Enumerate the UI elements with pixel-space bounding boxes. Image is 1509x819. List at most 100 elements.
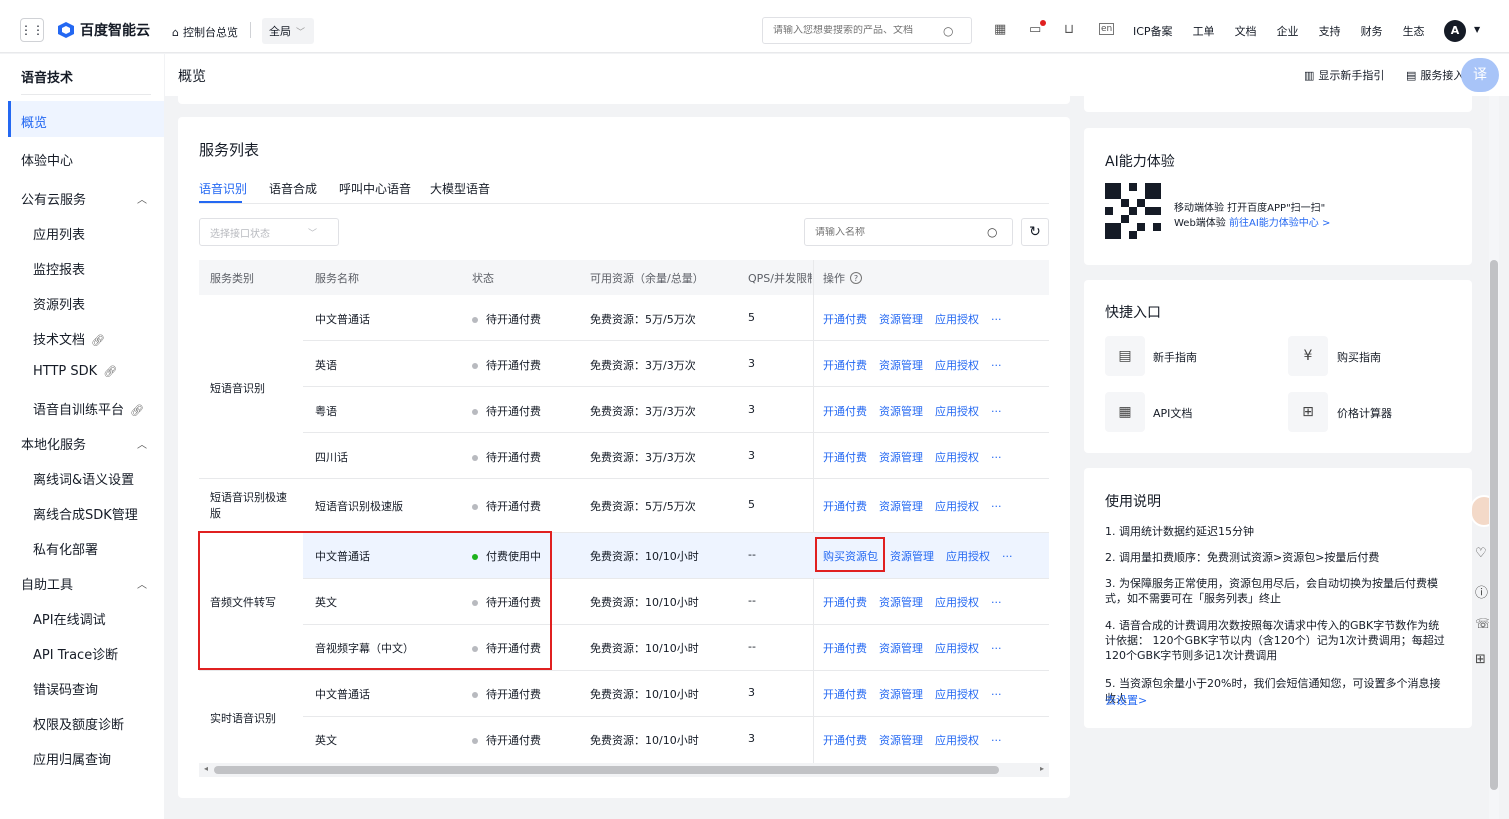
region-select[interactable]: 全局 ﹀: [262, 18, 314, 44]
status-filter-select[interactable]: 选择接口状态 ﹀: [199, 218, 339, 246]
access-guide-button[interactable]: ▤服务接入指引: [1406, 67, 1466, 83]
quick-item-api-doc[interactable]: API文档: [1153, 405, 1192, 421]
nav-icp[interactable]: ICP备案: [1133, 23, 1173, 39]
open-pay-link[interactable]: 开通付费: [823, 642, 867, 655]
nav-docs[interactable]: 文档: [1235, 23, 1257, 39]
sidebar-group-self-tools[interactable]: 自助工具: [21, 574, 73, 593]
app-auth-link[interactable]: 应用授权: [935, 313, 979, 326]
chevron-up-icon[interactable]: ︿: [137, 436, 147, 451]
scroll-right-icon[interactable]: ▸: [1040, 764, 1044, 773]
sidebar-item-monitor[interactable]: 监控报表: [33, 259, 85, 278]
more-icon[interactable]: ···: [991, 313, 1002, 326]
nav-enterprise[interactable]: 企业: [1277, 23, 1299, 39]
sidebar-item-offline-sdk[interactable]: 离线合成SDK管理: [33, 504, 138, 523]
app-auth-link[interactable]: 应用授权: [935, 451, 979, 464]
translate-icon[interactable]: 译: [1461, 58, 1499, 92]
resource-manage-link[interactable]: 资源管理: [890, 550, 934, 563]
nav-finance[interactable]: 财务: [1361, 23, 1383, 39]
scrollbar-thumb[interactable]: [1490, 260, 1498, 790]
open-pay-link[interactable]: 开通付费: [823, 359, 867, 372]
more-icon[interactable]: ···: [991, 405, 1002, 418]
avatar[interactable]: A: [1444, 20, 1466, 42]
more-icon[interactable]: ···: [991, 734, 1002, 747]
open-pay-link[interactable]: 开通付费: [823, 734, 867, 747]
resource-manage-link[interactable]: 资源管理: [879, 688, 923, 701]
scroll-left-icon[interactable]: ◂: [204, 764, 208, 773]
nav-support[interactable]: 支持: [1319, 23, 1341, 39]
sidebar-item-experience[interactable]: 体验中心: [21, 150, 73, 169]
sidebar-group-public-cloud[interactable]: 公有云服务: [21, 189, 86, 208]
sidebar-item-api-trace[interactable]: API Trace诊断: [33, 644, 118, 663]
message-icon[interactable]: ▭: [1029, 20, 1046, 37]
app-auth-link[interactable]: 应用授权: [935, 734, 979, 747]
refresh-button[interactable]: ↻: [1021, 218, 1049, 246]
apps-menu-icon[interactable]: ⋮⋮: [20, 18, 44, 42]
sidebar-item-app-owner[interactable]: 应用归属查询: [33, 749, 111, 768]
open-pay-link[interactable]: 开通付费: [823, 500, 867, 513]
app-auth-link[interactable]: 应用授权: [935, 500, 979, 513]
sidebar-item-api-debug[interactable]: API在线调试: [33, 609, 106, 628]
more-icon[interactable]: ···: [991, 642, 1002, 655]
tab-call-center[interactable]: 呼叫中心语音: [339, 180, 411, 197]
app-auth-link[interactable]: 应用授权: [935, 359, 979, 372]
open-pay-link[interactable]: 开通付费: [823, 596, 867, 609]
tab-asr[interactable]: 语音识别: [199, 180, 247, 197]
resource-manage-link[interactable]: 资源管理: [879, 596, 923, 609]
help-circle-icon[interactable]: ⓘ: [1475, 582, 1488, 601]
resource-manage-link[interactable]: 资源管理: [879, 313, 923, 326]
sidebar-item-http-sdk[interactable]: HTTP SDK 🔗︎: [33, 364, 117, 379]
open-pay-link[interactable]: 开通付费: [823, 405, 867, 418]
app-auth-link[interactable]: 应用授权: [946, 550, 990, 563]
app-auth-link[interactable]: 应用授权: [935, 688, 979, 701]
name-search[interactable]: ○: [804, 218, 1013, 246]
more-icon[interactable]: ···: [1002, 550, 1013, 563]
favorite-icon[interactable]: ♡: [1475, 546, 1487, 561]
resource-manage-link[interactable]: 资源管理: [879, 734, 923, 747]
app-auth-link[interactable]: 应用授权: [935, 642, 979, 655]
quick-item-beginner-guide[interactable]: 新手指南: [1153, 349, 1197, 365]
nav-ticket[interactable]: 工单: [1193, 23, 1215, 39]
scrollbar-thumb[interactable]: [214, 766, 999, 774]
resource-manage-link[interactable]: 资源管理: [879, 405, 923, 418]
sidebar-item-error-code[interactable]: 错误码查询: [33, 679, 98, 698]
quick-item-price-calculator[interactable]: 价格计算器: [1337, 405, 1392, 421]
sidebar-item-offline-words[interactable]: 离线词&语义设置: [33, 469, 134, 488]
tab-tts[interactable]: 语音合成: [269, 180, 317, 197]
name-search-input[interactable]: [815, 226, 987, 238]
open-pay-link[interactable]: 开通付费: [823, 313, 867, 326]
horizontal-scrollbar[interactable]: ◂ ▸: [199, 763, 1049, 777]
global-search-input[interactable]: [773, 25, 943, 36]
app-auth-link[interactable]: 应用授权: [935, 405, 979, 418]
console-home-link[interactable]: ⌂ 控制台总览: [172, 24, 238, 40]
help-icon[interactable]: ?: [850, 272, 862, 284]
sidebar-item-overview[interactable]: 概览: [21, 112, 47, 131]
chevron-up-icon[interactable]: ︿: [137, 191, 147, 206]
open-pay-link[interactable]: 开通付费: [823, 451, 867, 464]
cart-icon[interactable]: ⊔: [1064, 22, 1074, 37]
more-icon[interactable]: ···: [991, 451, 1002, 464]
quick-item-buy-guide[interactable]: 购买指南: [1337, 349, 1381, 365]
resource-manage-link[interactable]: 资源管理: [879, 500, 923, 513]
vertical-scrollbar[interactable]: [1489, 96, 1499, 819]
show-guide-button[interactable]: ▥ 显示新手指引: [1304, 67, 1384, 83]
chevron-up-icon[interactable]: ︿: [137, 576, 147, 591]
resource-manage-link[interactable]: 资源管理: [879, 359, 923, 372]
resource-manage-link[interactable]: 资源管理: [879, 451, 923, 464]
app-auth-link[interactable]: 应用授权: [935, 596, 979, 609]
global-search[interactable]: ○: [762, 17, 972, 44]
logo[interactable]: 百度智能云: [57, 20, 150, 40]
open-pay-link[interactable]: 开通付费: [823, 688, 867, 701]
sidebar-item-resources[interactable]: 资源列表: [33, 294, 85, 313]
more-icon[interactable]: ···: [991, 596, 1002, 609]
search-icon[interactable]: ○: [987, 225, 997, 239]
sidebar-group-local[interactable]: 本地化服务: [21, 434, 86, 453]
usage-settings-link[interactable]: 去设置>: [1105, 692, 1147, 708]
more-icon[interactable]: ···: [991, 359, 1002, 372]
sidebar-item-tech-docs[interactable]: 技术文档 🔗︎: [33, 329, 105, 348]
ai-experience-link[interactable]: 前往AI能力体验中心 >: [1229, 218, 1330, 229]
more-icon[interactable]: ···: [991, 500, 1002, 513]
sidebar-item-app-list[interactable]: 应用列表: [33, 224, 85, 243]
qrcode-icon[interactable]: ▦: [994, 22, 1006, 37]
beian-icon[interactable]: en: [1099, 23, 1115, 35]
more-icon[interactable]: ···: [991, 688, 1002, 701]
